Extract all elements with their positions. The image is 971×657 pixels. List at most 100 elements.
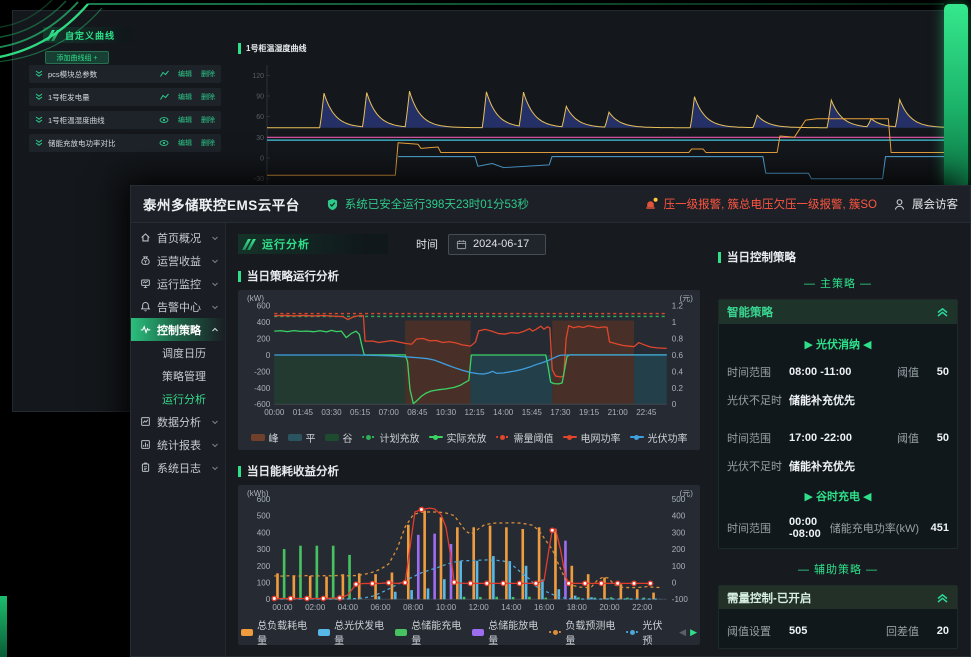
svg-text:16:00: 16:00 <box>534 603 555 612</box>
svg-text:(kWh): (kWh) <box>247 489 269 498</box>
sidebar-subitem-strategy-management[interactable]: 策略管理 <box>131 364 225 387</box>
sidebar-item-system-log[interactable]: 系统日志 <box>131 456 225 479</box>
demand-control-body: 阈值设置 505 回差值 20 <box>719 609 957 648</box>
neon-bottom-left-bar <box>0 596 7 657</box>
sidebar-subitem-dispatch-calendar[interactable]: 调度日历 <box>131 341 225 364</box>
svg-text:05:15: 05:15 <box>350 408 371 417</box>
delete-button[interactable]: 删除 <box>201 115 215 125</box>
svg-text:200: 200 <box>257 335 271 344</box>
sidebar-item-revenue[interactable]: 运营收益 <box>131 249 225 272</box>
legend-item[interactable]: 总储能充电量 <box>395 617 463 647</box>
svg-text:0.4: 0.4 <box>672 368 684 377</box>
collapse-double-chevron-icon[interactable] <box>936 592 949 604</box>
edit-button[interactable]: 编辑 <box>178 92 192 102</box>
app-header: 泰州多储联控EMS云平台 系统已安全运行398天23时01分53秒 压一级报警,… <box>131 186 970 223</box>
alarm-bell-icon <box>644 197 659 211</box>
sidebar-item-data-analysis[interactable]: 数据分析 <box>131 410 225 433</box>
delete-button[interactable]: 删除 <box>201 138 215 148</box>
curve-list-item[interactable]: 1号柜温湿度曲线 编辑 删除 <box>29 111 221 129</box>
line-chart-icon[interactable] <box>160 70 169 78</box>
collapse-double-chevron-icon[interactable] <box>936 306 949 318</box>
legend-next-button[interactable]: ▶ <box>690 627 697 638</box>
smart-strategy-body: ▶ 光伏消纳 ◀ 时间范围 08:00 -11:00 阈值 50 光伏不足时 储… <box>719 324 957 548</box>
calendar-icon <box>456 239 467 250</box>
date-picker[interactable]: 2024-06-17 <box>448 234 546 255</box>
legend-item[interactable]: 光伏功率 <box>630 430 688 445</box>
sidebar-nav: 首页概况 运营收益 运行监控 告警中心 控制策略 <box>131 223 226 656</box>
legend-item[interactable]: 总光伏发电量 <box>318 617 386 647</box>
strategy-row: 光伏不足时 储能补充优先 <box>727 392 949 408</box>
svg-text:06:00: 06:00 <box>370 603 391 612</box>
energy-revenue-chart[interactable]: 60050040030020010005004003002001000-1000… <box>241 487 697 619</box>
svg-text:200: 200 <box>672 545 686 554</box>
valley-charge-heading: ▶ 谷时充电 ◀ <box>727 488 949 504</box>
legend-item[interactable]: 总负载耗电量 <box>241 617 309 647</box>
clipboard-icon <box>140 462 151 473</box>
svg-text:(元): (元) <box>680 294 694 303</box>
legend-item[interactable]: 总储能放电量 <box>472 617 540 647</box>
section-marker <box>238 43 241 54</box>
eye-icon[interactable] <box>159 116 169 124</box>
edit-button[interactable]: 编辑 <box>178 138 192 148</box>
demand-control-header[interactable]: 需量控制-已开启 <box>719 586 957 609</box>
legend-item[interactable]: 电网功率 <box>563 430 621 445</box>
svg-text:19:15: 19:15 <box>579 408 600 417</box>
chevron-down-icon <box>211 234 219 242</box>
chevron-down-icon <box>211 280 219 288</box>
legend-item[interactable]: 峰 <box>251 430 279 445</box>
svg-text:08:45: 08:45 <box>407 408 428 417</box>
svg-text:500: 500 <box>257 512 271 521</box>
section-title: 当日能耗收益分析 <box>247 463 339 479</box>
legend-item[interactable]: 光伏预 <box>626 617 668 647</box>
legend-item[interactable]: 需量阈值 <box>496 430 554 445</box>
curve-list-item[interactable]: 1号柜发电量 编辑 删除 <box>29 88 221 106</box>
strategy-run-legend: 峰 平 谷 计划充放 实际充放 需量阈值 电网功率 光伏功率 <box>241 424 697 450</box>
energy-revenue-legend: 总负载耗电量 总光伏发电量 总储能充电量 总储能放电量 负载预测电量 光伏预 ◀… <box>241 619 697 645</box>
legend-item[interactable]: 谷 <box>325 430 353 445</box>
legend-item[interactable]: 负载预测电量 <box>549 617 617 647</box>
svg-text:120: 120 <box>252 73 264 80</box>
delete-button[interactable]: 删除 <box>201 69 215 79</box>
edit-button[interactable]: 编辑 <box>178 69 192 79</box>
neon-right-bar <box>944 4 968 188</box>
aux-strategy-group-label: — 辅助策略 — <box>718 561 958 577</box>
svg-text:0: 0 <box>266 595 271 604</box>
line-chart-icon[interactable] <box>160 93 169 101</box>
bar-chart-icon <box>140 439 151 450</box>
curve-list-item[interactable]: 储能充放电功率对比 编辑 删除 <box>29 134 221 152</box>
smart-strategy-card: 智能策略 ▶ 光伏消纳 ◀ 时间范围 08:00 -11:00 阈值 50 光伏… <box>718 299 958 549</box>
svg-text:04:00: 04:00 <box>338 603 359 612</box>
svg-text:60: 60 <box>256 114 264 121</box>
legend-prev-button[interactable]: ◀ <box>679 627 686 638</box>
svg-text:-200: -200 <box>254 368 271 377</box>
sidebar-item-control-strategy[interactable]: 控制策略 <box>131 318 225 341</box>
svg-text:0: 0 <box>266 351 271 360</box>
pv-consumption-heading: ▶ 光伏消纳 ◀ <box>727 336 949 352</box>
uptime-text: 系统已安全运行398天23时01分53秒 <box>345 196 529 212</box>
strategy-row: 时间范围 17:00 -22:00 阈值 50 <box>727 430 949 446</box>
sidebar-item-monitoring[interactable]: 运行监控 <box>131 272 225 295</box>
legend-item[interactable]: 实际充放 <box>429 430 487 445</box>
alarm-notice[interactable]: 压一级报警, 簇总电压欠压一级报警, 簇SO <box>644 196 877 212</box>
eye-icon[interactable] <box>159 139 169 147</box>
legend-item[interactable]: 平 <box>288 430 316 445</box>
svg-text:0.8: 0.8 <box>672 335 684 344</box>
user-menu[interactable]: 展会访客 <box>893 196 958 212</box>
sidebar-item-alarm-center[interactable]: 告警中心 <box>131 295 225 318</box>
delete-button[interactable]: 删除 <box>201 92 215 102</box>
sidebar-item-statistics-report[interactable]: 统计报表 <box>131 433 225 456</box>
sidebar-item-home[interactable]: 首页概况 <box>131 226 225 249</box>
edit-button[interactable]: 编辑 <box>178 115 192 125</box>
strategy-run-chart[interactable]: 6004002000-200-400-6001.210.80.60.40.200… <box>241 292 697 424</box>
smart-strategy-header[interactable]: 智能策略 <box>719 300 957 324</box>
svg-text:(kW): (kW) <box>247 294 264 303</box>
svg-text:22:45: 22:45 <box>636 408 657 417</box>
back-chart-title-row: 1号柜温湿度曲线 <box>238 43 306 54</box>
svg-text:100: 100 <box>257 579 271 588</box>
legend-item[interactable]: 计划充放 <box>362 430 420 445</box>
sidebar-subitem-run-analysis[interactable]: 运行分析 <box>131 387 225 410</box>
strategy-row: 时间范围 08:00 -11:00 阈值 50 <box>727 364 949 380</box>
curve-list-item[interactable]: pcs模块总参数 编辑 删除 <box>29 65 221 83</box>
svg-text:300: 300 <box>257 545 271 554</box>
double-chevron-icon <box>35 139 43 147</box>
